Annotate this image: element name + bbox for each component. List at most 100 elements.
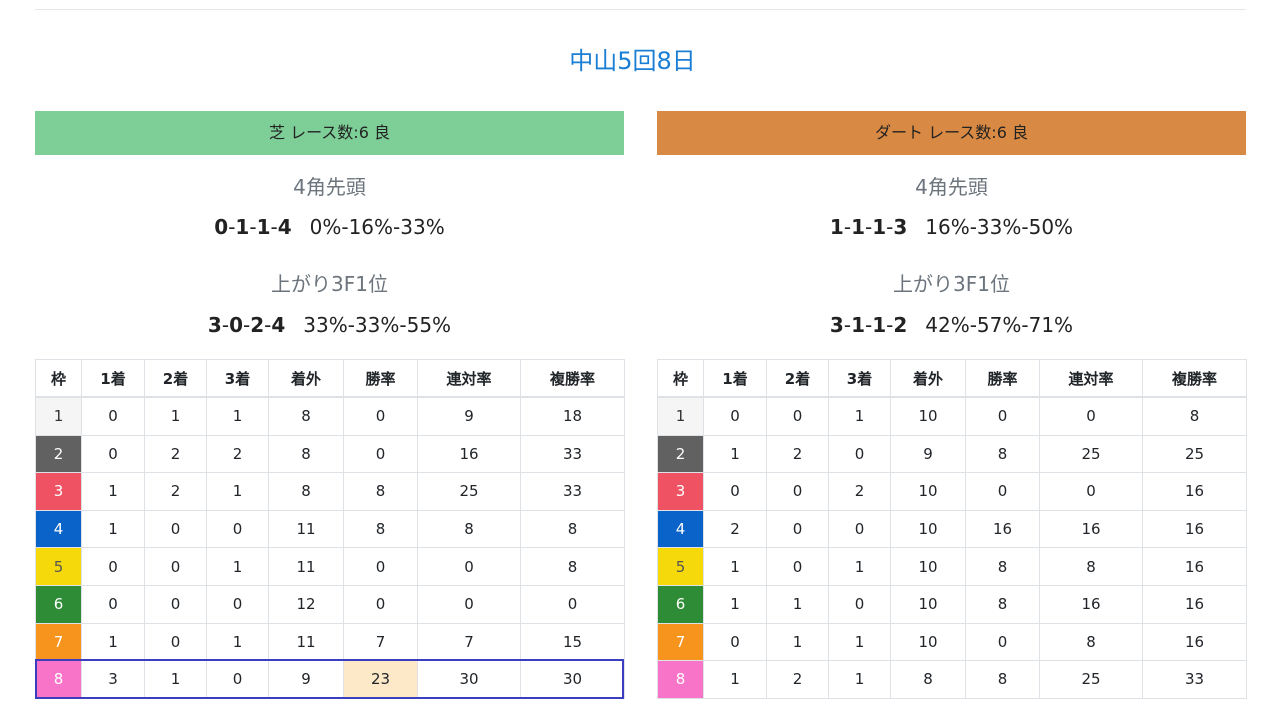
table-cell: 0	[81, 434, 145, 474]
table-cell: 33	[1142, 660, 1247, 699]
waku-number-cell: 1	[657, 396, 704, 436]
table-cell: 1	[81, 472, 145, 511]
table-cell: 0	[1039, 396, 1143, 436]
table-cell: 7	[417, 622, 521, 662]
table-cell: 2	[766, 660, 829, 699]
table-row: 5 1 0 1 10 8 8 16	[657, 547, 1247, 586]
turf-table-header: 枠 1着 2着 3着 着外 勝率 連対率 複勝率	[35, 359, 625, 398]
dirt-last3f-label: 上がり3F1位	[893, 272, 1010, 296]
dirt-panel: ダート レース数:6 良 4角先頭 1-1-1-3 16%-33%-50% 上がり…	[657, 111, 1247, 699]
table-cell: 12	[268, 584, 344, 624]
table-cell: 16	[417, 434, 521, 474]
top-divider	[35, 9, 1246, 10]
turf-last3f-label: 上がり3F1位	[271, 272, 388, 296]
waku-number-cell: 2	[35, 434, 82, 474]
table-cell: 11	[268, 622, 344, 662]
table-cell: 0	[343, 396, 418, 436]
table-cell: 0	[703, 622, 767, 662]
table-cell: 8	[890, 660, 966, 699]
table-cell: 30	[417, 660, 521, 699]
column-header: 複勝率	[1142, 359, 1247, 398]
table-row: 4 2 0 0 10 16 16 16	[657, 509, 1247, 549]
waku-number-cell: 6	[657, 584, 704, 624]
column-header: 勝率	[965, 359, 1040, 398]
dirt-leader-record: 1-1-1-3	[829, 215, 908, 239]
turf-panel: 芝 レース数:6 良 4角先頭 0-1-1-4 0%-16%-33% 上がり3F1…	[35, 111, 625, 699]
table-cell: 0	[343, 547, 418, 586]
dirt-header: ダート レース数:6 良	[657, 111, 1246, 155]
table-row: 3 1 2 1 8 8 25 33	[35, 472, 625, 511]
page-title[interactable]: 中山5回8日	[0, 44, 1265, 78]
table-cell: 9	[268, 660, 344, 699]
table-cell: 2	[144, 434, 207, 474]
column-header: 勝率	[343, 359, 418, 398]
table-cell: 0	[965, 472, 1040, 511]
table-row: 8 3 1 0 9 23 30 30	[35, 660, 625, 699]
table-cell: 1	[703, 584, 767, 624]
column-header: 連対率	[417, 359, 521, 398]
table-row: 5 0 0 1 11 0 0 8	[35, 547, 625, 586]
column-header: 枠	[657, 359, 704, 398]
table-cell: 18	[520, 396, 625, 436]
column-header: 2着	[766, 359, 829, 398]
table-row: 6 0 0 0 12 0 0 0	[35, 584, 625, 624]
table-cell: 0	[144, 509, 207, 549]
table-cell: 16	[965, 509, 1040, 549]
dirt-last3f-stats: 3-1-1-2 42%-57%-71%	[657, 311, 1246, 339]
column-header: 2着	[144, 359, 207, 398]
column-header: 着外	[890, 359, 966, 398]
table-cell: 0	[144, 622, 207, 662]
table-cell: 1	[703, 547, 767, 586]
turf-waku-table: 枠 1着 2着 3着 着外 勝率 連対率 複勝率 1 0 1 1 8 0 9 18 2 0 2 2 8 0 16 33 3 1 2…	[35, 359, 625, 699]
table-row: 7 1 0 1 11 7 7 15	[35, 622, 625, 662]
table-cell: 0	[520, 584, 625, 624]
table-cell: 25	[1142, 434, 1247, 474]
table-cell: 8	[268, 434, 344, 474]
dirt-last3f-record: 3-1-1-2	[829, 313, 908, 337]
turf-leader-stats: 0-1-1-4 0%-16%-33%	[35, 213, 624, 241]
table-cell: 16	[1142, 472, 1247, 511]
column-header: 着外	[268, 359, 344, 398]
table-cell: 11	[268, 547, 344, 586]
dirt-leader-stats: 1-1-1-3 16%-33%-50%	[657, 213, 1246, 241]
table-cell: 10	[890, 622, 966, 662]
table-cell: 0	[81, 547, 145, 586]
table-cell: 0	[206, 660, 269, 699]
table-cell: 25	[1039, 434, 1143, 474]
column-header: 3着	[828, 359, 891, 398]
table-cell: 0	[417, 584, 521, 624]
table-cell: 0	[766, 547, 829, 586]
table-cell: 0	[703, 396, 767, 436]
table-cell: 16	[1142, 622, 1247, 662]
dirt-table-header: 枠 1着 2着 3着 着外 勝率 連対率 複勝率	[657, 359, 1247, 398]
table-cell: 8	[268, 472, 344, 511]
dirt-leader-label: 4角先頭	[915, 175, 988, 199]
table-cell: 8	[965, 547, 1040, 586]
dirt-table-body: 1 0 0 1 10 0 0 8 2 1 2 0 9 8 25 25 3 0 0 2 10 0 0 16 4 2 0 0 10 16 16 1…	[657, 396, 1247, 699]
table-cell: 16	[1142, 584, 1247, 624]
table-cell: 1	[703, 434, 767, 474]
turf-last3f-rates: 33%-33%-55%	[303, 313, 452, 337]
turf-leader-record: 0-1-1-4	[214, 215, 292, 239]
table-cell: 0	[828, 584, 891, 624]
table-cell: 8	[965, 584, 1040, 624]
table-row: 1 0 1 1 8 0 9 18	[35, 396, 625, 436]
table-cell: 8	[520, 509, 625, 549]
table-cell: 10	[890, 509, 966, 549]
table-cell: 0	[144, 547, 207, 586]
table-cell: 16	[1039, 584, 1143, 624]
table-cell: 1	[766, 622, 829, 662]
dirt-last3f-rates: 42%-57%-71%	[925, 313, 1074, 337]
table-row: 8 1 2 1 8 8 25 33	[657, 660, 1247, 699]
table-cell: 0	[81, 396, 145, 436]
table-cell: 0	[766, 396, 829, 436]
table-cell: 8	[965, 660, 1040, 699]
table-cell: 8	[343, 472, 418, 511]
waku-number-cell: 3	[35, 472, 82, 511]
table-row: 1 0 0 1 10 0 0 8	[657, 396, 1247, 436]
table-cell: 10	[890, 472, 966, 511]
table-cell: 25	[417, 472, 521, 511]
table-cell: 16	[1142, 547, 1247, 586]
table-cell: 0	[417, 547, 521, 586]
table-cell: 1	[144, 660, 207, 699]
